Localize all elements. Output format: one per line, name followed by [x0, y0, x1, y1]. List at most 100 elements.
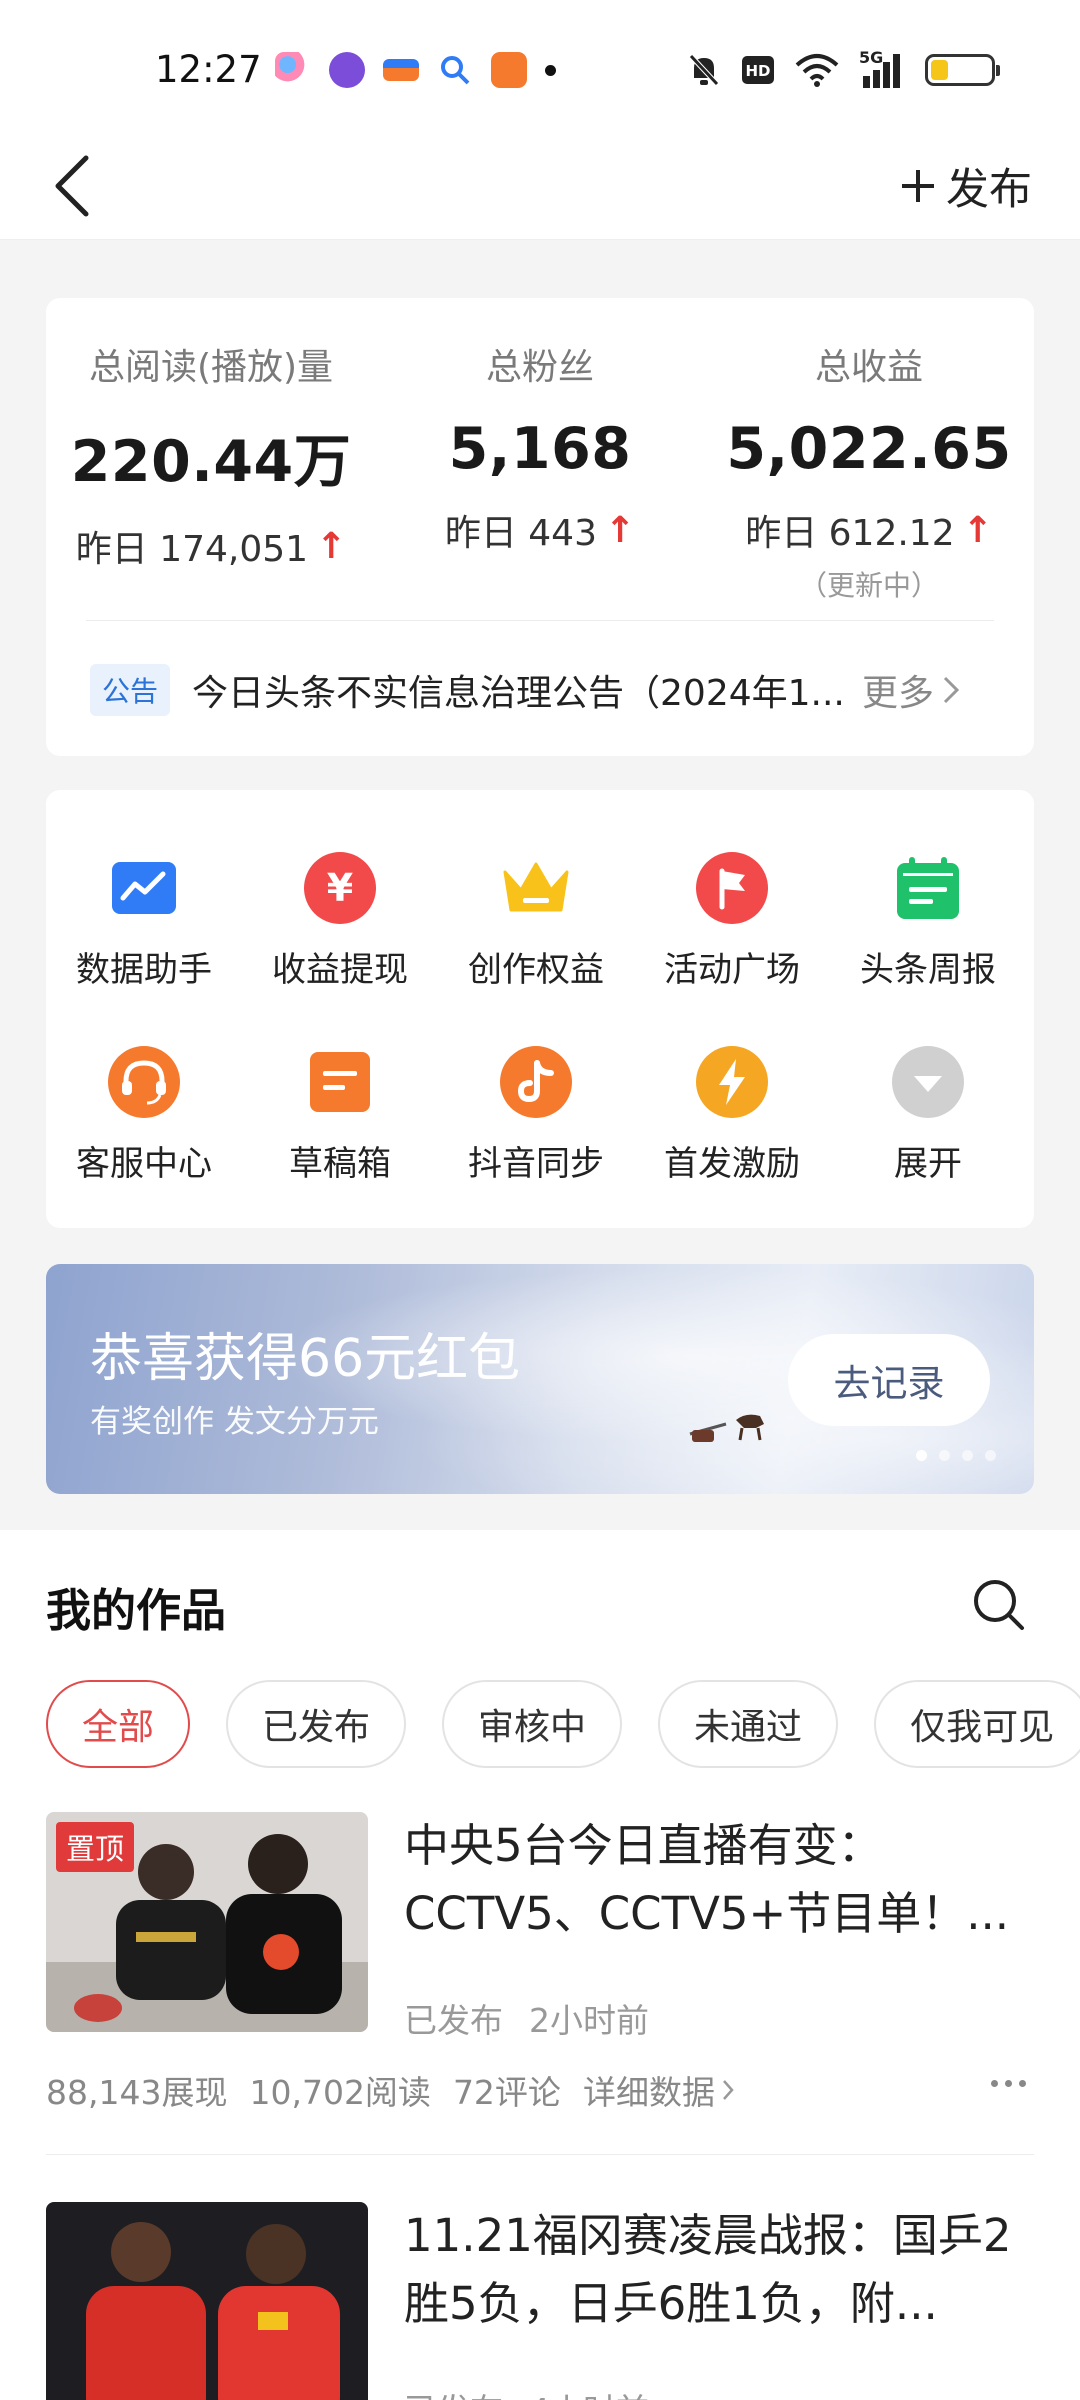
announcement-more-link[interactable]: 更多: [862, 664, 960, 716]
more-options-button[interactable]: [991, 2080, 1026, 2087]
publish-label: 发布: [946, 165, 1032, 215]
mute-icon: [689, 54, 719, 86]
stat-label: 总粉丝: [485, 347, 594, 388]
work-comments: 72评论: [452, 2073, 561, 2112]
wifi-icon: [795, 54, 839, 87]
tab-private[interactable]: 仅我可见: [874, 1680, 1080, 1768]
work-meta: 已发布 4小时前: [404, 2384, 649, 2400]
svg-text:¥: ¥: [327, 866, 353, 910]
work-item[interactable]: 置顶 中央5台今日直播有变：CCTV5、CCTV5+节目单！... 已发布 2小…: [46, 1812, 1034, 2142]
tool-customer-service[interactable]: 客服中心: [46, 1044, 242, 1185]
stat-yesterday: 昨日 612.12 ↑: [704, 504, 1034, 556]
app-notification-icon: [491, 52, 527, 88]
stat-total-earnings[interactable]: 总收益 5,022.65 昨日 612.12 ↑ （更新中）: [704, 338, 1034, 604]
tool-label: 数据助手: [76, 950, 212, 990]
tools-grid: 数据助手 ¥ 收益提现 创作权益 活动广场 头条周报 客服中心 草稿箱 抖音同步…: [46, 790, 1034, 1228]
tool-label: 活动广场: [664, 950, 800, 990]
work-title: 中央5台今日直播有变：CCTV5、CCTV5+节目单！...: [404, 1819, 1010, 1940]
work-time: 2小时前: [529, 2001, 649, 2040]
tool-weekly-report[interactable]: 头条周报: [830, 850, 1026, 991]
cellular-signal-icon: 5G: [859, 48, 905, 88]
tool-earnings-withdraw[interactable]: ¥ 收益提现: [242, 850, 438, 991]
stat-yesterday-value: 昨日 174,051: [75, 529, 309, 570]
douyin-icon: [498, 1044, 574, 1120]
announcement-bar[interactable]: 公告 今日头条不实信息治理公告（2024年1... 更多: [90, 658, 994, 722]
app-notification-icon: [329, 52, 365, 88]
work-meta: 已发布 2小时前: [404, 1994, 649, 2042]
tool-data-assistant[interactable]: 数据助手: [46, 850, 242, 991]
stat-label: 总阅读(播放)量: [88, 347, 334, 388]
plus-icon: [902, 170, 934, 202]
top-nav: 发布: [0, 132, 1080, 240]
stats-card: 总阅读(播放)量 220.44万 昨日 174,051 ↑ 总粉丝 5,168 …: [46, 298, 1034, 756]
tool-label: 草稿箱: [289, 1144, 391, 1184]
work-impressions: 88,143展现: [46, 2073, 228, 2112]
work-stats: 88,143展现 10,702阅读 72评论 详细数据: [46, 2066, 735, 2114]
work-reads: 10,702阅读: [249, 2073, 431, 2112]
flag-icon: [694, 850, 770, 926]
updating-note: （更新中）: [798, 569, 939, 602]
tool-activity-square[interactable]: 活动广场: [634, 850, 830, 991]
section-title: 我的作品: [46, 1584, 227, 1637]
tab-rejected[interactable]: 未通过: [658, 1680, 839, 1768]
chevron-left-icon: [55, 155, 89, 217]
banner-action-button[interactable]: 去记录: [788, 1334, 990, 1426]
banner-title: 恭喜获得66元红包: [90, 1329, 521, 1389]
chart-icon: [106, 850, 182, 926]
work-item[interactable]: 11.21福冈赛凌晨战报：国乒2胜5负，日乒6胜1负，附... 已发布 4小时前: [46, 2202, 1034, 2400]
stat-value: 220.44万: [70, 429, 352, 495]
battery-level: [931, 60, 948, 80]
system-indicators: HD 5G: [687, 48, 1000, 88]
stat-total-reads[interactable]: 总阅读(播放)量 220.44万 昨日 174,051 ↑: [46, 338, 376, 572]
trend-up-icon: ↑: [316, 525, 347, 567]
announcement-text: 今日头条不实信息治理公告（2024年1...: [192, 673, 845, 714]
search-button[interactable]: [970, 1576, 1026, 1632]
app-notification-icon: [275, 52, 311, 88]
lightning-icon: [694, 1044, 770, 1120]
tool-drafts[interactable]: 草稿箱: [242, 1044, 438, 1185]
battery-icon: [925, 54, 1000, 86]
trend-up-icon: ↑: [605, 509, 636, 551]
stat-total-fans[interactable]: 总粉丝 5,168 昨日 443 ↑: [375, 338, 705, 556]
details-label: 详细数据: [582, 2073, 715, 2112]
tool-expand[interactable]: 展开: [830, 1044, 1026, 1185]
tab-all[interactable]: 全部: [46, 1680, 191, 1768]
work-status: 已发布: [404, 2384, 503, 2400]
divider: [46, 2154, 1034, 2155]
pagination-dot: [916, 1450, 927, 1461]
tool-first-publish-incentive[interactable]: 首发激励: [634, 1044, 830, 1185]
stat-yesterday-value: 昨日 443: [444, 513, 597, 554]
tab-published[interactable]: 已发布: [226, 1680, 407, 1768]
crown-icon: [498, 850, 574, 926]
stat-value: 5,022.65: [726, 416, 1012, 482]
back-button[interactable]: [48, 152, 108, 220]
tool-douyin-sync[interactable]: 抖音同步: [438, 1044, 634, 1185]
promo-banner[interactable]: 恭喜获得66元红包 有奖创作 发文分万元 去记录: [46, 1264, 1034, 1494]
announcement-badge: 公告: [90, 664, 171, 716]
pagination-dot: [962, 1450, 973, 1461]
stat-yesterday-value: 昨日 612.12: [745, 513, 955, 554]
tool-label: 抖音同步: [468, 1144, 604, 1184]
search-app-icon: [437, 52, 473, 88]
work-thumbnail: [46, 2202, 368, 2400]
yuan-icon: ¥: [302, 850, 378, 926]
tool-label: 首发激励: [664, 1144, 800, 1184]
status-time: 12:27: [155, 48, 262, 91]
works-filter-tabs: 全部 已发布 审核中 未通过 仅我可见: [46, 1680, 1080, 1768]
publish-button[interactable]: 发布: [900, 154, 1032, 218]
calendar-icon: [890, 850, 966, 926]
pinned-badge: 置顶: [56, 1822, 135, 1872]
tab-under-review[interactable]: 审核中: [442, 1680, 623, 1768]
more-notifications-dot: [545, 64, 556, 76]
chevron-right-icon: [723, 2080, 734, 2100]
work-title: 11.21福冈赛凌晨战报：国乒2胜5负，日乒6胜1负，附...: [404, 2209, 1012, 2330]
work-time: 4小时前: [529, 2384, 649, 2400]
headset-icon: [106, 1044, 182, 1120]
tool-creator-benefits[interactable]: 创作权益: [438, 850, 634, 991]
tool-label: 创作权益: [468, 950, 604, 990]
banner-pagination: [916, 1450, 996, 1461]
stat-yesterday: 昨日 443 ↑: [375, 504, 705, 556]
pagination-dot: [985, 1450, 996, 1461]
work-details-link[interactable]: 详细数据: [583, 2066, 735, 2114]
tool-label: 客服中心: [76, 1144, 212, 1184]
